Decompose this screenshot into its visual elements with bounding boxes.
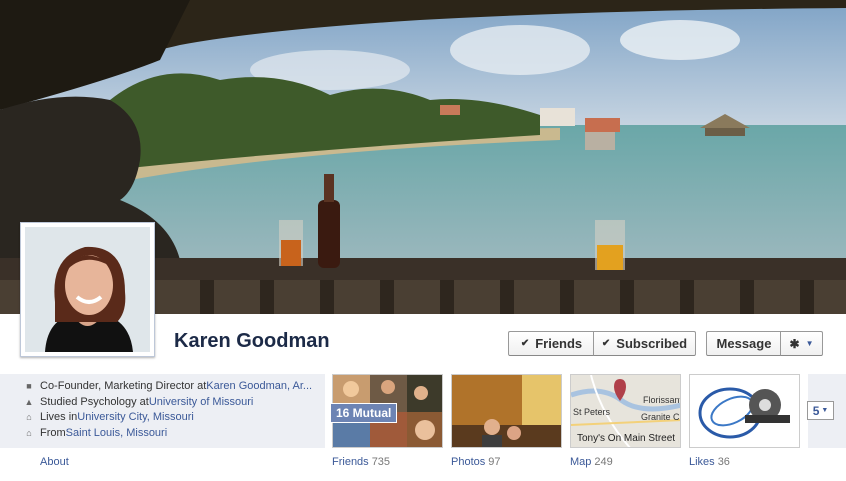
map-place-label: Florissant xyxy=(643,395,681,405)
profile-name[interactable]: Karen Goodman xyxy=(174,330,330,353)
intro-prefix: From xyxy=(40,426,66,439)
message-button[interactable]: Message xyxy=(706,331,781,356)
subscribed-button-label: Subscribed xyxy=(616,336,688,351)
intro-link-current-city[interactable]: University City, Missouri xyxy=(77,410,194,426)
photos-thumbnail[interactable] xyxy=(451,374,562,448)
map-thumbnail[interactable]: St Peters Florissant Granite City Tony's… xyxy=(570,374,681,448)
more-sections-button[interactable]: 5 ▼ xyxy=(807,401,834,420)
photos-count: 97 xyxy=(488,456,501,468)
likes-count: 36 xyxy=(717,456,730,468)
friends-button[interactable]: ✔ Friends xyxy=(508,331,594,356)
intro-item-current-city: ⌂ Lives in University City, Missouri xyxy=(23,410,323,426)
briefcase-icon: ■ xyxy=(26,381,32,391)
friends-section-label: Friends xyxy=(332,456,369,468)
message-button-label: Message xyxy=(716,336,772,351)
profile-picture[interactable] xyxy=(20,222,155,357)
intro-link-school[interactable]: University of Missouri xyxy=(149,395,254,411)
intro-link-employer[interactable]: Karen Goodman, Ar... xyxy=(206,379,312,395)
intro-prefix: Lives in xyxy=(40,411,78,423)
photos-section-label: Photos xyxy=(451,456,486,468)
photos-section-link[interactable]: Photos 97 xyxy=(451,456,501,468)
intro-panel: ■ Co-Founder, Marketing Director at Kare… xyxy=(0,374,325,448)
friends-count: 735 xyxy=(371,456,391,468)
subscribed-button[interactable]: ✔ Subscribed xyxy=(593,331,696,356)
intro-link-hometown[interactable]: Saint Louis, Missouri xyxy=(66,426,168,442)
home-icon: ⌂ xyxy=(26,427,32,438)
likes-thumbnail[interactable] xyxy=(689,374,800,448)
map-section-link[interactable]: Map 249 xyxy=(570,456,613,468)
mutual-friends-badge[interactable]: 16 Mutual xyxy=(330,403,398,423)
intro-item-work: ■ Co-Founder, Marketing Director at Kare… xyxy=(23,379,323,395)
settings-menu-button[interactable]: ✱ ▼ xyxy=(780,331,823,356)
checkmark-icon: ✔ xyxy=(520,338,530,349)
map-place-label: St Peters xyxy=(573,407,611,417)
caret-down-icon: ▼ xyxy=(821,407,829,414)
gear-icon: ✱ xyxy=(789,336,800,351)
about-link[interactable]: About xyxy=(40,456,69,468)
map-count: 249 xyxy=(594,456,613,468)
map-place-label: Tony's On Main Street xyxy=(577,433,675,444)
intro-item-education: ▲ Studied Psychology at University of Mi… xyxy=(23,395,323,411)
checkmark-icon: ✔ xyxy=(601,338,611,349)
map-section-label: Map xyxy=(570,456,592,468)
more-sections-count: 5 xyxy=(812,403,820,418)
map-place-label: Granite City xyxy=(641,412,681,422)
friends-button-label: Friends xyxy=(535,336,583,351)
intro-item-hometown: ⌂ From Saint Louis, Missouri xyxy=(23,426,323,442)
likes-section-label: Likes xyxy=(689,456,715,468)
likes-section-link[interactable]: Likes 36 xyxy=(689,456,730,468)
graduation-cap-icon: ▲ xyxy=(24,396,34,407)
friends-section-link[interactable]: Friends 735 xyxy=(332,456,390,468)
caret-down-icon: ▼ xyxy=(805,339,814,348)
home-icon: ⌂ xyxy=(26,412,32,422)
intro-prefix: Studied Psychology at xyxy=(40,395,149,408)
intro-prefix: Co-Founder, Marketing Director at xyxy=(40,380,207,392)
intro-list: ■ Co-Founder, Marketing Director at Kare… xyxy=(0,374,325,441)
